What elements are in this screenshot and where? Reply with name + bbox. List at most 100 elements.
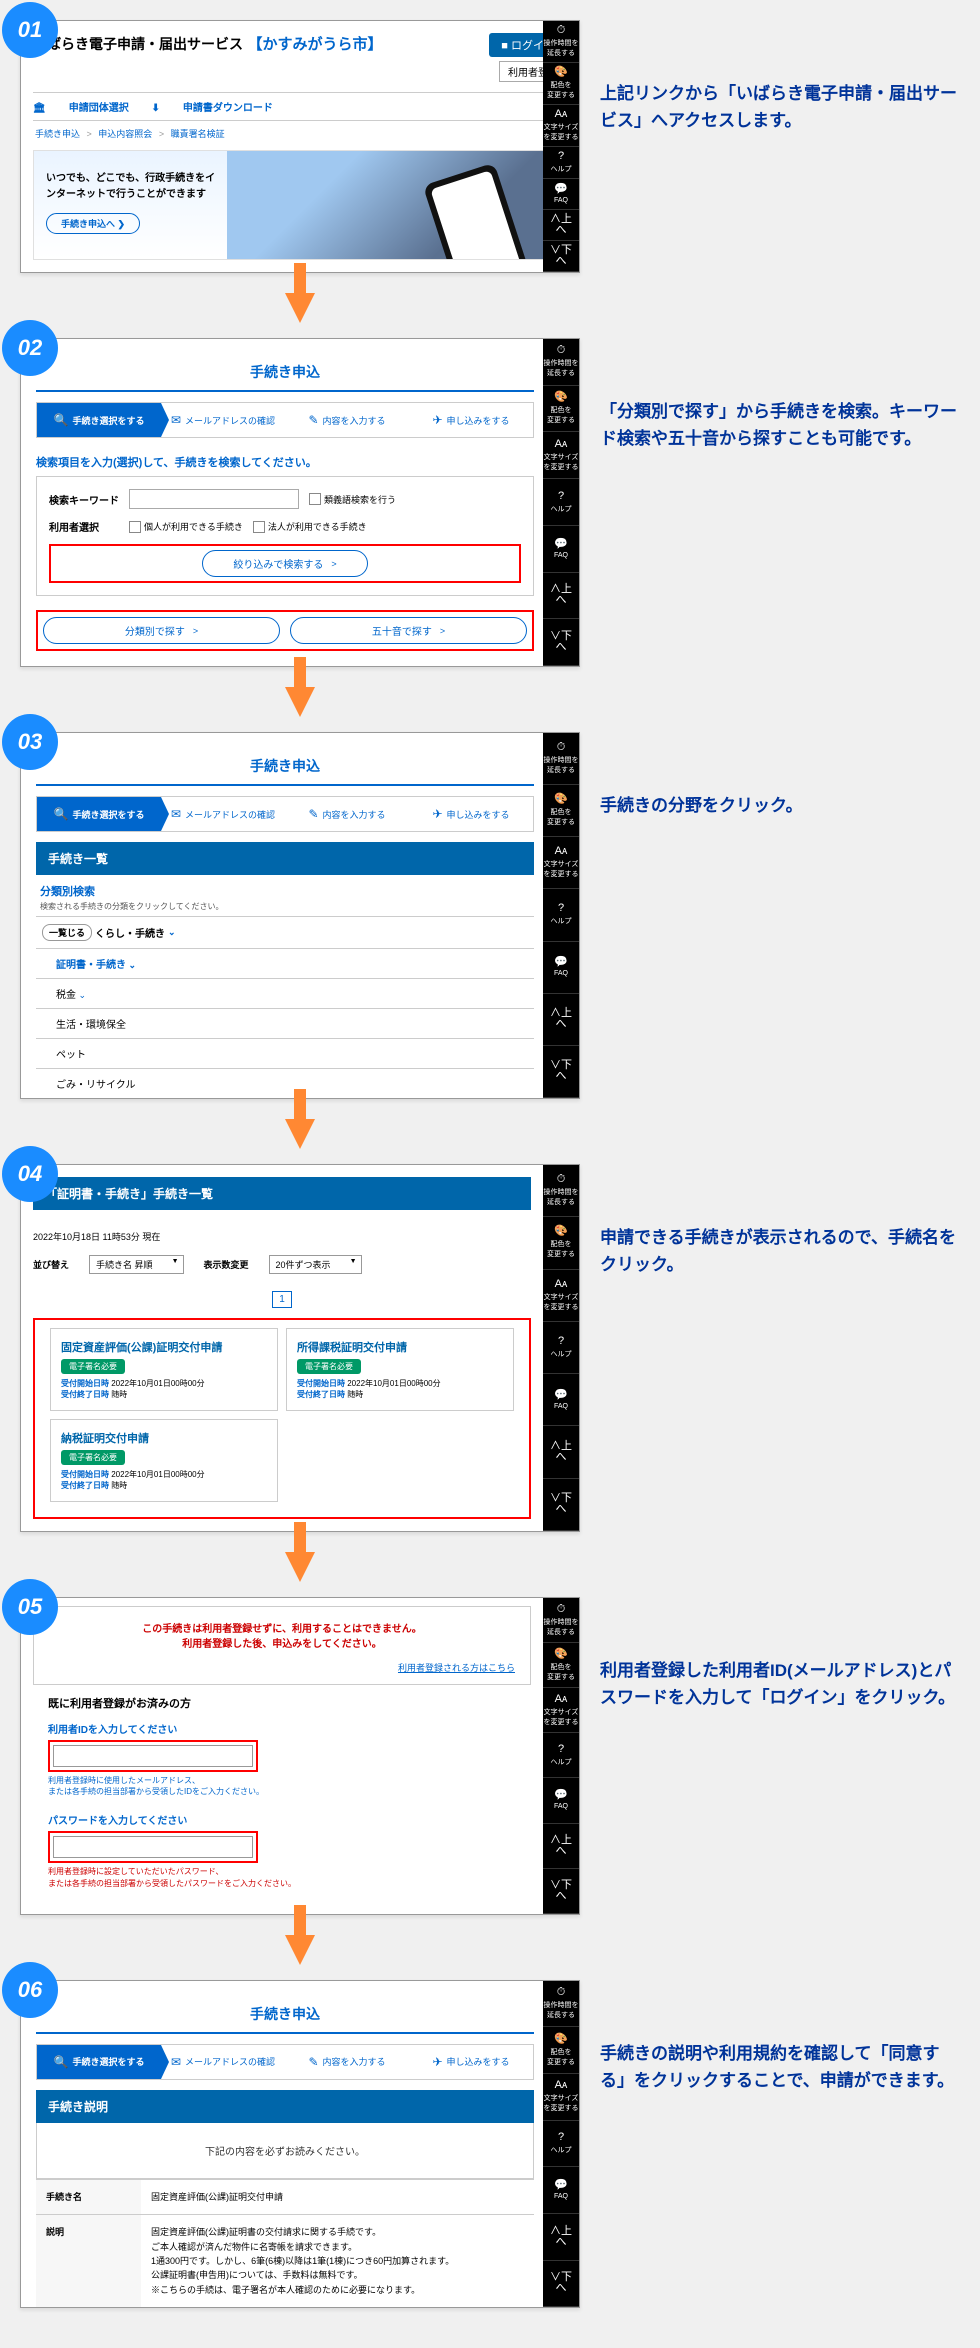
side-extend-time[interactable]: ⏱操作時間を 延長する (543, 1165, 579, 1217)
nav-download[interactable]: ⬇申請書ダウンロード (151, 103, 272, 114)
wizard-step-s2[interactable]: ✉メールアドレスの確認 (161, 2045, 285, 2079)
side-faq[interactable]: 💬FAQ (543, 1778, 579, 1823)
wizard-step-s1[interactable]: 🔍手続き選択をする (37, 797, 161, 831)
side-faq[interactable]: 💬FAQ (543, 942, 579, 994)
corporate-checkbox[interactable]: 法人が利用できる手続き (253, 520, 367, 533)
side-faq[interactable]: 💬FAQ (543, 2167, 579, 2214)
page-title: 手続き申込 (36, 748, 534, 786)
change-font-icon: Aᴀ (555, 1279, 568, 1290)
side-help[interactable]: ?ヘルプ (543, 1733, 579, 1778)
side-scroll-up[interactable]: ∧上へ (543, 573, 579, 620)
category-note: 検索される手続きの分類をクリックしてください。 (36, 901, 534, 916)
side-change-color[interactable]: 🎨配色を 変更する (543, 63, 579, 105)
password-input[interactable] (53, 1836, 253, 1858)
side-faq[interactable]: 💬FAQ (543, 179, 579, 210)
narrow-search-button[interactable]: 絞り込みで検索する> (202, 550, 367, 577)
nav-org-select[interactable]: 🏛申請団体選択 (33, 103, 129, 114)
wizard-step-s4[interactable]: ✈申し込みをする (409, 2045, 533, 2079)
list-header: 「証明書・手続き」手続き一覧 (33, 1177, 531, 1210)
hero-banner: いつでも、どこでも、行政手続きをイ ンターネットで行うことができます 手続き申込… (33, 150, 567, 260)
scroll-down-icon: ∨下へ (545, 1060, 577, 1082)
side-change-font[interactable]: Aᴀ文字サイズ を変更する (543, 837, 579, 889)
bc-signature[interactable]: 職責署名検証 (155, 129, 225, 139)
side-scroll-down[interactable]: ∨下へ (543, 1869, 579, 1914)
keyword-input[interactable] (129, 489, 299, 509)
side-scroll-up[interactable]: ∧上へ (543, 1824, 579, 1869)
side-change-font[interactable]: Aᴀ文字サイズ を変更する (543, 1270, 579, 1322)
side-scroll-up[interactable]: ∧上へ (543, 210, 579, 241)
side-faq[interactable]: 💬FAQ (543, 526, 579, 573)
side-help[interactable]: ?ヘルプ (543, 2121, 579, 2168)
side-scroll-down[interactable]: ∨下へ (543, 1046, 579, 1098)
register-link[interactable]: 利用者登録される方はこちら (34, 1657, 530, 1684)
procedure-card[interactable]: 所得課税証明交付申請電子署名必要受付開始日時 2022年10月01日00時00分… (286, 1328, 514, 1411)
wizard-step-s4[interactable]: ✈申し込みをする (409, 797, 533, 831)
wizard-step-s3[interactable]: ✎内容を入力する (285, 797, 409, 831)
category-search-heading: 分類別検索 (36, 875, 534, 901)
wizard-step-s2[interactable]: ✉メールアドレスの確認 (161, 797, 285, 831)
procedure-card[interactable]: 固定資産評価(公課)証明交付申請電子署名必要受付開始日時 2022年10月01日… (50, 1328, 278, 1411)
extend-time-icon: ⏱ (557, 742, 566, 753)
side-change-color[interactable]: 🎨配色を 変更する (543, 1217, 579, 1269)
side-change-color[interactable]: 🎨配色を 変更する (543, 386, 579, 433)
userid-input[interactable] (53, 1745, 253, 1767)
category-search-button[interactable]: 分類別で探す> (43, 617, 280, 644)
category-item[interactable]: 税金 ⌄ (36, 978, 534, 1008)
faq-icon: 💬 (554, 1390, 568, 1401)
sort-select[interactable]: 手続き名 昇順 (89, 1255, 184, 1274)
step-6-desc: 手続きの説明や利用規約を確認して「同意する」をクリックすることで、申請ができます… (600, 2040, 960, 2094)
gojuon-search-button[interactable]: 五十音で探す> (290, 617, 527, 644)
side-extend-time[interactable]: ⏱操作時間を 延長する (543, 339, 579, 386)
category-item[interactable]: 証明書・手続き ⌄ (36, 948, 534, 978)
side-change-color[interactable]: 🎨配色を 変更する (543, 785, 579, 837)
wizard-step-s3[interactable]: ✎内容を入力する (285, 403, 409, 437)
procedure-card[interactable]: 納税証明交付申請電子署名必要受付開始日時 2022年10月01日00時00分受付… (50, 1419, 278, 1502)
page-number[interactable]: 1 (272, 1291, 292, 1308)
bc-inquiry[interactable]: 申込内容照会 (83, 129, 153, 139)
category-top[interactable]: 一覧じる くらし・手続き ⌄ (36, 916, 534, 948)
existing-user-heading: 既に利用者登録がお済みの方 (48, 1695, 516, 1711)
side-scroll-up[interactable]: ∧上へ (543, 2214, 579, 2261)
side-extend-time[interactable]: ⏱操作時間を 延長する (543, 733, 579, 785)
category-item[interactable]: 生活・環境保全 (36, 1008, 534, 1038)
side-extend-time[interactable]: ⏱操作時間を 延長する (543, 21, 579, 63)
side-change-color[interactable]: 🎨配色を 変更する (543, 1643, 579, 1688)
side-scroll-down[interactable]: ∨下へ (543, 619, 579, 666)
side-scroll-down[interactable]: ∨下へ (543, 2261, 579, 2308)
side-scroll-down[interactable]: ∨下へ (543, 1479, 579, 1531)
side-scroll-down[interactable]: ∨下へ (543, 241, 579, 272)
side-help[interactable]: ?ヘルプ (543, 1322, 579, 1374)
wizard-step-s1[interactable]: 🔍手続き選択をする (37, 403, 161, 437)
step-badge-6: 06 (2, 1962, 58, 2018)
side-change-font[interactable]: Aᴀ文字サイズ を変更する (543, 2074, 579, 2121)
side-extend-time[interactable]: ⏱操作時間を 延長する (543, 1598, 579, 1643)
side-change-font[interactable]: Aᴀ文字サイズ を変更する (543, 1688, 579, 1733)
side-faq[interactable]: 💬FAQ (543, 1374, 579, 1426)
synonym-checkbox[interactable]: 類義語検索を行う (309, 493, 396, 506)
category-item[interactable]: ペット (36, 1038, 534, 1068)
step-1: 01 いばらき電子申請・届出サービス 【かすみがうら市】 ■ ログイン 利用者登… (20, 20, 960, 273)
side-scroll-up[interactable]: ∧上へ (543, 994, 579, 1046)
side-scroll-up[interactable]: ∧上へ (543, 1426, 579, 1478)
side-extend-time[interactable]: ⏱操作時間を 延長する (543, 1981, 579, 2028)
arrow-down-icon (285, 293, 315, 323)
category-item[interactable]: ごみ・リサイクル (36, 1068, 534, 1098)
side-help[interactable]: ?ヘルプ (543, 147, 579, 179)
change-color-icon: 🎨 (554, 67, 568, 78)
individual-checkbox[interactable]: 個人が利用できる手続き (129, 520, 243, 533)
side-help[interactable]: ?ヘルプ (543, 889, 579, 941)
wizard-step-s1[interactable]: 🔍手続き選択をする (37, 2045, 161, 2079)
side-help[interactable]: ?ヘルプ (543, 479, 579, 526)
wizard-step-s2[interactable]: ✉メールアドレスの確認 (161, 403, 285, 437)
wizard-step-s3[interactable]: ✎内容を入力する (285, 2045, 409, 2079)
help-icon: ? (558, 1336, 564, 1347)
hero-apply-button[interactable]: 手続き申込へ ❯ (46, 213, 140, 234)
page-title: 手続き申込 (36, 354, 534, 392)
side-change-font[interactable]: Aᴀ文字サイズ を変更する (543, 432, 579, 479)
scroll-down-icon: ∨下へ (545, 1880, 577, 1902)
side-change-color[interactable]: 🎨配色を 変更する (543, 2027, 579, 2074)
bc-apply[interactable]: 手続き申込 (35, 129, 80, 139)
side-change-font[interactable]: Aᴀ文字サイズ を変更する (543, 105, 579, 147)
display-select[interactable]: 20件ずつ表示 (269, 1255, 362, 1274)
wizard-step-s4[interactable]: ✈申し込みをする (409, 403, 533, 437)
